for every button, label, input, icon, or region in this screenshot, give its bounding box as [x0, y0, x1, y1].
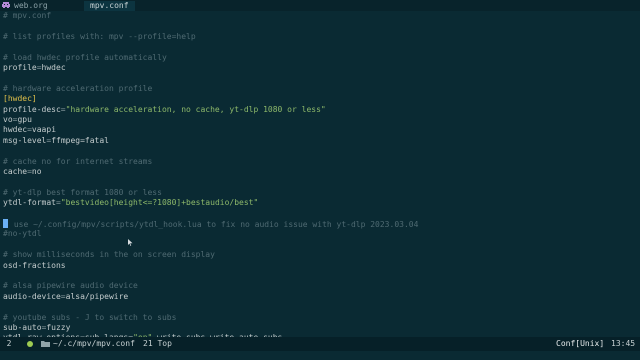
config-value: vaapi — [31, 125, 57, 135]
code-line[interactable]: osd-fractions — [3, 261, 66, 271]
code-line[interactable]: [hwdec] — [3, 94, 37, 104]
code-line[interactable]: profile=hwdec — [3, 63, 66, 73]
code-line[interactable]: hwdec=vaapi — [3, 125, 56, 135]
comment-text: # yt-dlp best format 1080 or less — [3, 187, 162, 197]
code-line[interactable]: # list profiles with: mpv --profile=help — [3, 32, 196, 42]
comment-text: # list profiles with: mpv --profile=help — [3, 31, 196, 41]
comment-text: # show milliseconds in the on screen dis… — [3, 250, 215, 260]
code-line[interactable]: audio-device=alsa/pipewire — [3, 292, 128, 302]
code-line[interactable]: # yt-dlp best format 1080 or less — [3, 188, 162, 198]
config-value: fuzzy — [46, 323, 71, 332]
clock: 13:45 — [611, 339, 636, 348]
tab-bar: web.org mpv.conf — [0, 0, 640, 11]
alien-icon — [2, 2, 10, 8]
major-mode[interactable]: Conf[Unix] — [556, 337, 604, 351]
code-line[interactable]: sub-auto=fuzzy — [3, 323, 70, 333]
code-line[interactable]: ytdl-format="bestvideo[height<=?1080]+be… — [3, 198, 258, 208]
string-value: "hardware acceleration, no cache, yt-dlp… — [65, 104, 326, 114]
tab-web-org[interactable]: web.org — [14, 1, 48, 11]
tab-mpv-conf[interactable]: mpv.conf — [84, 1, 135, 11]
config-key: cache — [3, 167, 28, 176]
status-bar: 2 ~/.c/mpv/mpv.conf 21 Top Conf[Unix] 13… — [0, 337, 640, 351]
config-key: audio-device — [3, 291, 61, 301]
config-value: ffmpeg=fatal — [51, 135, 109, 145]
comment-text: use ~/.config/mpv/scripts/ytdl_hook.lua … — [9, 220, 419, 229]
config-value: hwdec — [41, 63, 66, 72]
config-value: no — [31, 167, 42, 176]
section-header: [hwdec] — [3, 94, 37, 104]
code-line[interactable]: msg-level=ffmpeg=fatal — [3, 136, 109, 146]
config-key: hwdec — [3, 125, 28, 135]
code-line[interactable]: # load hwdec profile automatically — [3, 53, 167, 63]
config-key: msg-level — [3, 135, 47, 145]
code-line[interactable]: profile-desc="hardware acceleration, no … — [3, 105, 326, 115]
buffer-state-dot-icon — [27, 341, 33, 347]
code-line[interactable]: # cache no for internet streams — [3, 157, 152, 167]
code-line[interactable]: # show milliseconds in the on screen dis… — [3, 250, 215, 260]
code-line[interactable]: vo=gpu — [3, 115, 32, 125]
comment-text: # load hwdec profile automatically — [3, 52, 167, 62]
window-number: 2 — [6, 339, 12, 348]
comment-text: # cache no for internet streams — [3, 156, 153, 166]
config-key: osd-fractions — [3, 260, 66, 270]
comment-text: # youtube subs - J to switch to subs — [3, 312, 177, 322]
config-key: profile — [3, 63, 37, 72]
code-line[interactable]: use ~/.config/mpv/scripts/ytdl_hook.lua … — [3, 219, 418, 229]
config-key: profile-desc — [3, 104, 61, 114]
comment-text: #no-ytdl — [3, 229, 42, 239]
code-line[interactable]: #no-ytdl — [3, 229, 42, 239]
minibuffer[interactable] — [0, 351, 640, 360]
code-line[interactable]: cache=no — [3, 167, 42, 177]
comment-text: # hardware acceleration profile — [3, 83, 153, 93]
text-cursor — [3, 219, 8, 228]
code-line[interactable]: # hardware acceleration profile — [3, 84, 152, 94]
config-key: ytdl-format — [3, 198, 56, 208]
config-value: alsa/pipewire — [65, 291, 129, 301]
config-key: vo — [3, 115, 13, 124]
code-line[interactable]: # alsa pipewire audio device — [3, 281, 138, 291]
config-value: gpu — [17, 115, 32, 124]
file-path: ~/.c/mpv/mpv.conf — [53, 339, 135, 348]
comment-text: # alsa pipewire audio device — [3, 281, 138, 291]
config-key: sub-auto — [3, 323, 42, 332]
string-value: "bestvideo[height<=?1080]+bestaudio/best… — [60, 198, 259, 208]
folder-icon — [41, 341, 50, 347]
code-line[interactable]: # mpv.conf — [3, 11, 51, 21]
cursor-position: 21 Top — [143, 339, 172, 348]
comment-text: # mpv.conf — [3, 11, 52, 20]
editor-buffer[interactable]: # mpv.conf # list profiles with: mpv --pr… — [0, 11, 640, 337]
code-line[interactable]: # youtube subs - J to switch to subs — [3, 313, 176, 323]
mouse-pointer-icon — [128, 239, 133, 246]
